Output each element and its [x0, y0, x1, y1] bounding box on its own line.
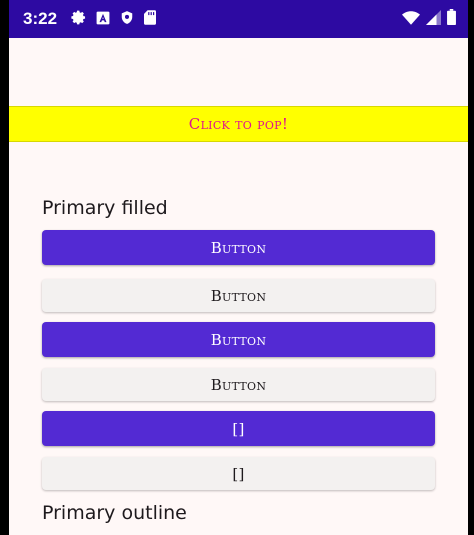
shield-icon: [120, 10, 134, 29]
filled-button-2[interactable]: Button: [42, 322, 435, 357]
status-icons-left: [71, 9, 157, 29]
light-button-1[interactable]: Button: [42, 279, 435, 312]
status-icons-right: [402, 9, 456, 29]
light-button-3[interactable]: []: [42, 457, 435, 490]
section-title-primary-filled: Primary filled: [42, 197, 168, 219]
wifi-icon: [402, 10, 420, 29]
click-to-pop-banner[interactable]: Click to pop!: [9, 106, 468, 142]
filled-button-3[interactable]: []: [42, 411, 435, 446]
banner-label: Click to pop!: [188, 115, 289, 133]
status-bar: 3:22: [9, 0, 468, 38]
light-button-2[interactable]: Button: [42, 368, 435, 401]
signal-icon: [426, 9, 441, 29]
section-title-primary-outline: Primary outline: [42, 502, 187, 524]
filled-button-1[interactable]: Button: [42, 230, 435, 265]
app-screen: 3:22 Click to pop! Primary filled Button…: [9, 0, 468, 535]
gear-icon: [71, 10, 86, 29]
status-time: 3:22: [23, 9, 58, 28]
battery-icon: [447, 9, 456, 29]
a-letter-icon: [96, 10, 110, 29]
sd-card-icon: [144, 9, 157, 29]
